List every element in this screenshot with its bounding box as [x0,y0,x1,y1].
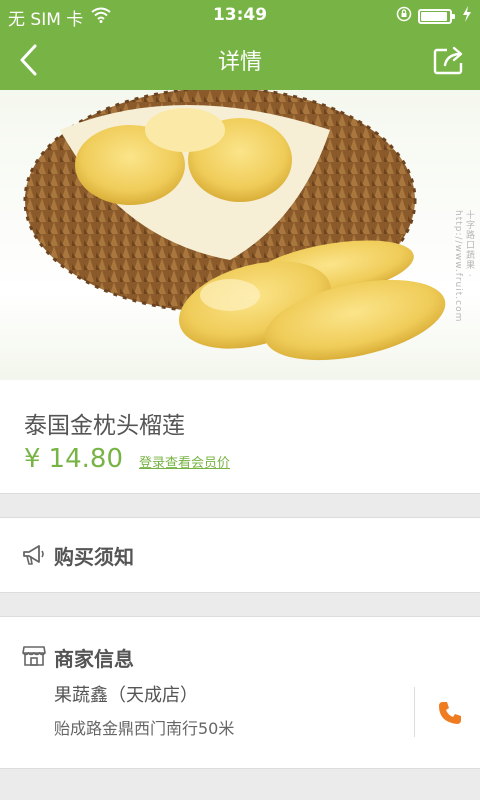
merchant-section-label: 商家信息 [54,647,134,671]
purchase-notice-row[interactable]: 购买须知 [0,517,480,593]
price-row: ¥ 14.80 登录查看会员价 [24,444,230,474]
call-merchant-button[interactable] [430,695,470,731]
megaphone-icon [22,543,46,567]
merchant-name[interactable]: 果蔬鑫（天成店） [54,681,198,707]
status-right [396,6,472,27]
product-image: 十字路口蔬果 · http://www.fruit.com [0,90,480,380]
share-button[interactable] [428,40,472,80]
member-price-login-link[interactable]: 登录查看会员价 [139,452,230,471]
durian-illustration [23,90,446,361]
product-info: 泰国金枕头榴莲 ¥ 14.80 登录查看会员价 [0,380,480,494]
phone-icon [439,702,461,724]
merchant-header: 商家信息 [22,643,134,672]
product-price: 14.80 [48,444,123,474]
purchase-notice-label: 购买须知 [54,544,134,569]
share-icon [433,46,463,75]
image-watermark: 十字路口蔬果 · http://www.fruit.com [453,210,474,323]
rotation-lock-icon [396,6,412,27]
status-bar: 无 SIM 卡 13:49 [0,0,480,30]
merchant-address: 贻成路金鼎西门南行50米 [54,719,235,738]
divider [414,687,415,737]
battery-icon [418,9,455,24]
price-currency: ¥ [24,444,41,474]
store-icon [22,645,46,671]
page-title: 详情 [217,50,262,75]
product-name: 泰国金枕头榴莲 [24,413,185,439]
merchant-section: 商家信息 果蔬鑫（天成店） 贻成路金鼎西门南行50米 [0,616,480,769]
nav-bar: 详情 [0,30,480,90]
app-header: 无 SIM 卡 13:49 详情 [0,0,480,90]
charging-bolt-icon [462,6,472,27]
